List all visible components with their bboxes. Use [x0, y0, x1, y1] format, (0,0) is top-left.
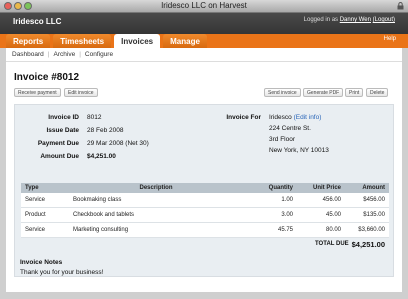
receive-payment-button[interactable]: Receive payment [14, 88, 61, 97]
tab-reports[interactable]: Reports [6, 34, 51, 48]
amount-due-label: Amount Due [40, 153, 79, 160]
row-amount: $3,660.00 [358, 227, 385, 233]
login-info: Logged in as Danny Wen (Logout) [304, 17, 395, 23]
header-type: Type [25, 185, 39, 191]
amount-due-value: $4,251.00 [87, 153, 116, 160]
company-name: Iridesco LLC [13, 17, 62, 26]
invoice-for-label: Invoice For [226, 114, 261, 121]
table-header: Type Description Quantity Unit Price Amo… [21, 183, 389, 193]
subnav-configure[interactable]: Configure [85, 51, 113, 58]
client-info: Iridesco (Edit info) [269, 114, 321, 121]
header-unit-price: Unit Price [312, 185, 341, 191]
invoice-id-label: Invoice ID [48, 114, 79, 121]
line-items-table: Type Description Quantity Unit Price Amo… [21, 183, 389, 238]
header-description: Description [139, 185, 173, 191]
row-amount: $456.00 [363, 197, 385, 203]
client-name: Iridesco [269, 114, 292, 121]
table-row: Product Checkbook and tablets 3.00 45.00… [21, 208, 389, 223]
issue-date-label: Issue Date [46, 127, 79, 134]
user-name-link[interactable]: Danny Wen [340, 17, 371, 23]
table-row: Service Marketing consulting 45.75 80.00… [21, 223, 389, 238]
issue-date-value: 28 Feb 2008 [87, 127, 124, 134]
generate-pdf-button[interactable]: Generate PDF [303, 88, 344, 97]
window-title: Iridesco LLC on Harvest [161, 1, 247, 10]
invoice-details: Invoice ID 8012 Issue Date 28 Feb 2008 P… [14, 104, 394, 277]
subnav-separator: | [47, 51, 50, 58]
login-prefix: Logged in as [303, 17, 339, 23]
tab-timesheets[interactable]: Timesheets [53, 34, 112, 48]
client-address-line3: New York, NY 10013 [269, 147, 329, 154]
row-type: Product [25, 212, 46, 218]
header-amount: Amount [362, 185, 385, 191]
total-due-label: TOTAL DUE [315, 241, 349, 247]
total-due-value: $4,251.00 [351, 240, 385, 249]
window-titlebar: Iridesco LLC on Harvest [0, 0, 408, 13]
edit-info-link[interactable]: (Edit info) [294, 114, 322, 121]
tab-manage[interactable]: Manage [163, 34, 207, 48]
edit-invoice-button[interactable]: Edit invoice [64, 88, 98, 97]
print-button[interactable]: Print [345, 88, 364, 97]
main-tabs: Reports Timesheets Invoices Manage [6, 34, 207, 48]
row-description: Marketing consulting [73, 227, 129, 233]
row-type: Service [25, 227, 46, 233]
lock-icon [397, 2, 404, 10]
help-link[interactable]: Help [384, 36, 396, 42]
row-type: Service [25, 197, 46, 203]
delete-button[interactable]: Delete [366, 88, 389, 97]
tab-invoices[interactable]: Invoices [114, 34, 161, 48]
logout-link[interactable]: (Logout) [373, 17, 395, 23]
header-quantity: Quantity [268, 185, 293, 191]
row-amount: $135.00 [363, 212, 385, 218]
row-description: Checkbook and tablets [73, 212, 135, 218]
row-quantity: 3.00 [281, 212, 293, 218]
row-description: Bookmaking class [73, 197, 122, 203]
client-address-line2: 3rd Floor [269, 136, 296, 143]
row-unit-price: 456.00 [322, 197, 341, 203]
payment-due-label: Payment Due [37, 140, 79, 147]
invoice-notes-text: Thank you for your business! [20, 269, 104, 276]
row-quantity: 45.75 [277, 227, 293, 233]
row-quantity: 1.00 [281, 197, 293, 203]
row-unit-price: 45.00 [325, 212, 341, 218]
invoice-id-value: 8012 [87, 114, 102, 121]
client-address-line1: 224 Centre St. [269, 125, 311, 132]
invoice-notes-title: Invoice Notes [20, 259, 63, 266]
invoice-panel: Invoice #8012 Receive payment Edit invoi… [6, 62, 402, 292]
table-row: Service Bookmaking class 1.00 456.00 $45… [21, 193, 389, 208]
subnav-dashboard[interactable]: Dashboard [12, 51, 44, 58]
subnav-archive[interactable]: Archive [54, 51, 76, 58]
sub-navigation: Dashboard | Archive | Configure [6, 48, 402, 62]
subnav-separator: | [79, 51, 81, 58]
payment-due-value: 29 Mar 2008 (Net 30) [87, 140, 149, 147]
send-invoice-button[interactable]: Send invoice [264, 88, 301, 97]
page-title: Invoice #8012 [14, 72, 80, 83]
row-unit-price: 80.00 [325, 227, 341, 233]
